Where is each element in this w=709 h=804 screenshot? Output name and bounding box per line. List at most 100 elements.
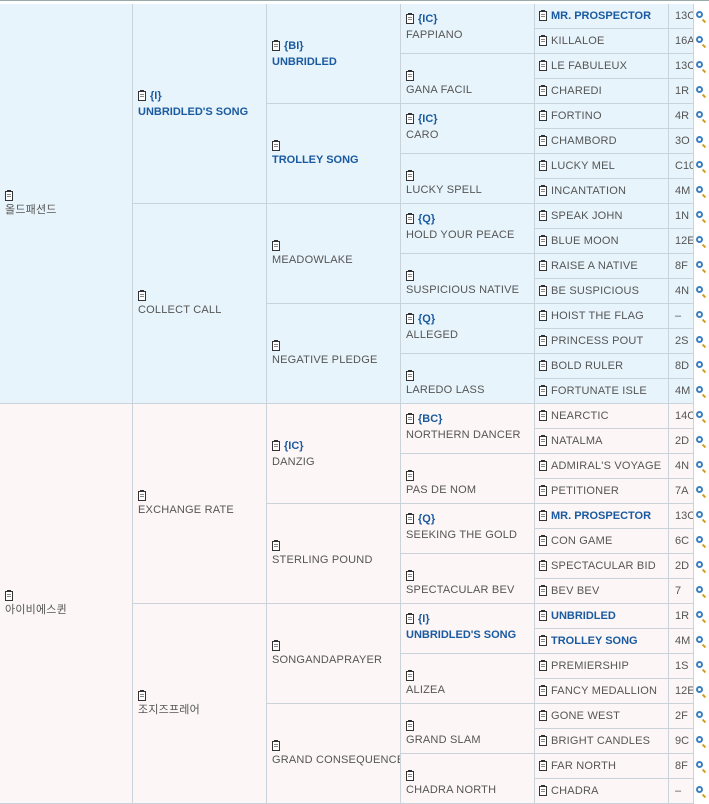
clipboard-icon[interactable]: [539, 35, 547, 46]
horse-name[interactable]: SEEKING THE GOLD: [406, 528, 517, 542]
horse-name[interactable]: BEV BEV: [551, 584, 599, 598]
magnifier-icon[interactable]: [696, 361, 703, 368]
pedigree-cell-g5[interactable]: CHADRA: [535, 779, 669, 804]
clipboard-icon[interactable]: [539, 310, 547, 321]
magnifier-icon[interactable]: [696, 511, 703, 518]
clipboard-icon[interactable]: [406, 513, 414, 524]
horse-name[interactable]: CHADRA: [551, 784, 599, 798]
horse-name[interactable]: MR. PROSPECTOR: [551, 9, 651, 23]
clipboard-icon[interactable]: [406, 170, 414, 181]
clipboard-icon[interactable]: [272, 639, 280, 651]
magnifier-icon[interactable]: [696, 411, 703, 418]
horse-name[interactable]: CARO: [406, 128, 439, 142]
horse-name[interactable]: KILLALOE: [551, 34, 605, 48]
horse-name[interactable]: PREMIERSHIP: [551, 659, 629, 673]
pedigree-cell-g4[interactable]: SUSPICIOUS NATIVE: [401, 254, 535, 304]
clipboard-icon[interactable]: [272, 539, 280, 551]
horse-name[interactable]: NATALMA: [551, 434, 603, 448]
clipboard-icon[interactable]: [539, 160, 547, 171]
horse-name[interactable]: SPECTACULAR BID: [551, 559, 656, 573]
pedigree-cell-g4[interactable]: {Q} HOLD YOUR PEACE: [401, 204, 535, 254]
pedigree-cell-g5[interactable]: HOIST THE FLAG: [535, 304, 669, 329]
horse-name[interactable]: FANCY MEDALLION: [551, 684, 657, 698]
horse-name[interactable]: FAPPIANO: [406, 28, 463, 42]
horse-name[interactable]: BE SUSPICIOUS: [551, 284, 639, 298]
clipboard-icon[interactable]: [406, 370, 414, 381]
pedigree-cell-g5[interactable]: CHAMBORD: [535, 129, 669, 154]
clipboard-icon[interactable]: [539, 735, 547, 746]
pedigree-cell-g5[interactable]: GONE WEST: [535, 704, 669, 729]
magnifier-icon[interactable]: [696, 761, 703, 768]
horse-name[interactable]: COLLECT CALL: [138, 303, 222, 317]
horse-name[interactable]: ALLEGED: [406, 328, 458, 342]
pedigree-cell-g3[interactable]: {BI} UNBRIDLED: [267, 4, 401, 104]
magnifier-icon[interactable]: [696, 161, 703, 168]
horse-name[interactable]: EXCHANGE RATE: [138, 503, 234, 517]
pedigree-cell-g4[interactable]: {IC} FAPPIANO: [401, 4, 535, 54]
horse-name[interactable]: ADMIRAL'S VOYAGE: [551, 459, 661, 473]
pedigree-cell-g4[interactable]: GRAND SLAM: [401, 704, 535, 754]
horse-name[interactable]: LUCKY MEL: [551, 159, 615, 173]
pedigree-cell-g5[interactable]: KILLALOE: [535, 29, 669, 54]
magnifier-icon[interactable]: [696, 686, 703, 693]
clipboard-icon[interactable]: [406, 13, 414, 24]
horse-name[interactable]: PAS DE NOM: [406, 483, 476, 497]
horse-name[interactable]: SPECTACULAR BEV: [406, 583, 515, 597]
horse-name[interactable]: BRIGHT CANDLES: [551, 734, 650, 748]
magnifier-icon[interactable]: [696, 561, 703, 568]
magnifier-icon[interactable]: [696, 386, 703, 393]
clipboard-icon[interactable]: [539, 235, 547, 246]
horse-name[interactable]: CON GAME: [551, 534, 613, 548]
clipboard-icon[interactable]: [539, 410, 547, 421]
pedigree-cell-g3[interactable]: SONGANDAPRAYER: [267, 604, 401, 704]
horse-name[interactable]: GANA FACIL: [406, 83, 472, 97]
horse-name[interactable]: UNBRIDLED'S SONG: [138, 105, 248, 119]
horse-name[interactable]: SUSPICIOUS NATIVE: [406, 283, 519, 297]
clipboard-icon[interactable]: [138, 289, 146, 301]
clipboard-icon[interactable]: [406, 570, 414, 581]
magnifier-icon[interactable]: [696, 11, 703, 18]
pedigree-cell-g4[interactable]: {Q} ALLEGED: [401, 304, 535, 354]
horse-name[interactable]: HOLD YOUR PEACE: [406, 228, 515, 242]
clipboard-icon[interactable]: [138, 689, 146, 701]
horse-name[interactable]: MEADOWLAKE: [272, 253, 353, 267]
pedigree-cell-g5[interactable]: UNBRIDLED: [535, 604, 669, 629]
clipboard-icon[interactable]: [272, 439, 280, 451]
magnifier-icon[interactable]: [696, 461, 703, 468]
clipboard-icon[interactable]: [138, 89, 146, 101]
clipboard-icon[interactable]: [5, 189, 13, 201]
pedigree-cell-g4[interactable]: CHADRA NORTH: [401, 754, 535, 804]
magnifier-icon[interactable]: [696, 536, 703, 543]
pedigree-cell-g5[interactable]: SPEAK JOHN: [535, 204, 669, 229]
horse-name[interactable]: LAREDO LASS: [406, 383, 485, 397]
clipboard-icon[interactable]: [406, 113, 414, 124]
pedigree-cell-g5[interactable]: SPECTACULAR BID: [535, 554, 669, 579]
pedigree-cell-g4[interactable]: {I} UNBRIDLED'S SONG: [401, 604, 535, 654]
horse-name[interactable]: PRINCESS POUT: [551, 334, 643, 348]
horse-name[interactable]: RAISE A NATIVE: [551, 259, 638, 273]
horse-name[interactable]: NORTHERN DANCER: [406, 428, 521, 442]
pedigree-cell-g5[interactable]: BEV BEV: [535, 579, 669, 604]
magnifier-icon[interactable]: [696, 61, 703, 68]
pedigree-cell-g5[interactable]: BOLD RULER: [535, 354, 669, 379]
pedigree-cell-g5[interactable]: MR. PROSPECTOR: [535, 504, 669, 529]
clipboard-icon[interactable]: [539, 385, 547, 396]
clipboard-icon[interactable]: [406, 670, 414, 681]
horse-name[interactable]: MR. PROSPECTOR: [551, 509, 651, 523]
clipboard-icon[interactable]: [539, 635, 547, 646]
horse-name[interactable]: LE FABULEUX: [551, 59, 627, 73]
horse-name[interactable]: FORTUNATE ISLE: [551, 384, 647, 398]
clipboard-icon[interactable]: [539, 285, 547, 296]
magnifier-icon[interactable]: [696, 236, 703, 243]
clipboard-icon[interactable]: [539, 585, 547, 596]
pedigree-cell-g5[interactable]: BRIGHT CANDLES: [535, 729, 669, 754]
clipboard-icon[interactable]: [539, 435, 547, 446]
magnifier-icon[interactable]: [696, 186, 703, 193]
horse-name[interactable]: ALIZEA: [406, 683, 445, 697]
pedigree-cell-g3[interactable]: STERLING POUND: [267, 504, 401, 604]
pedigree-cell-g4[interactable]: LAREDO LASS: [401, 354, 535, 404]
horse-name[interactable]: PETITIONER: [551, 484, 619, 498]
magnifier-icon[interactable]: [696, 586, 703, 593]
magnifier-icon[interactable]: [696, 211, 703, 218]
clipboard-icon[interactable]: [539, 10, 547, 21]
